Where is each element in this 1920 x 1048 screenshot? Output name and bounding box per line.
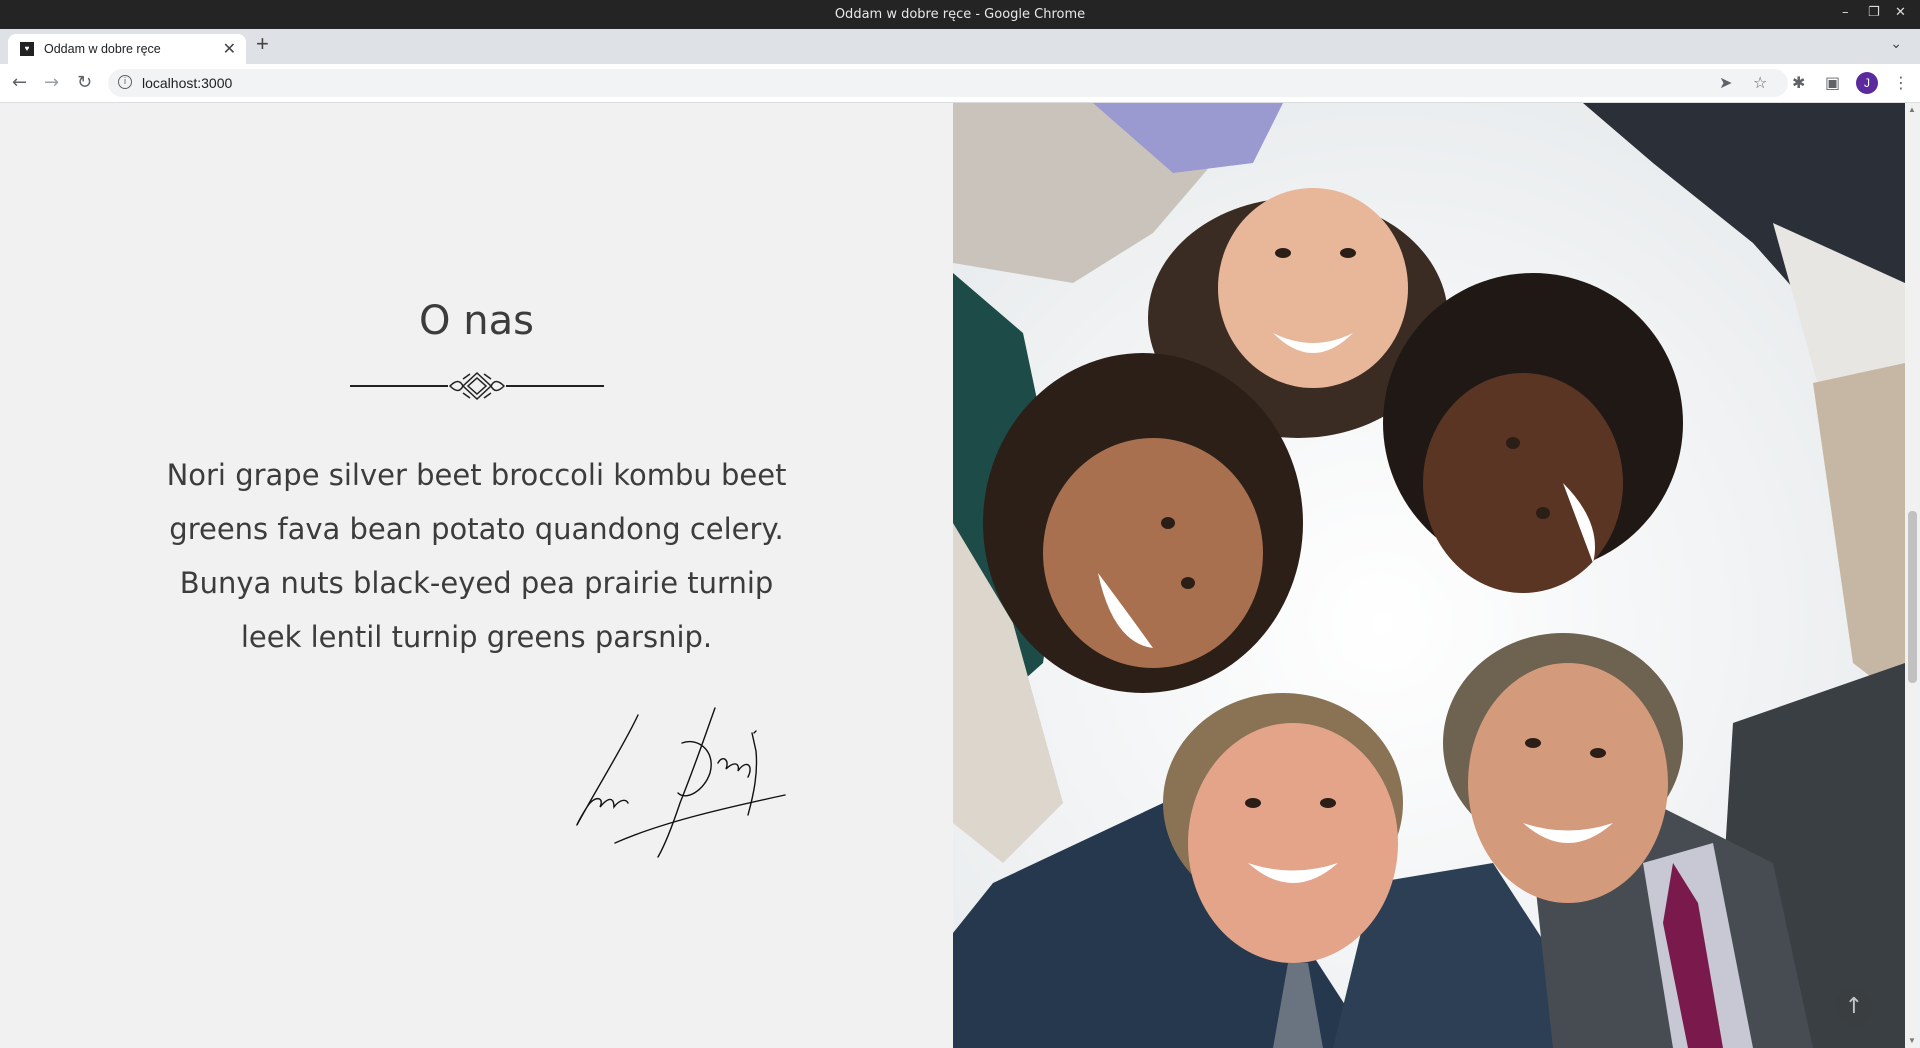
arrow-up-icon: ↑	[1844, 994, 1864, 1019]
scroll-up-arrow-icon[interactable]: ▲	[1908, 105, 1916, 114]
reload-icon[interactable]: ↻	[77, 72, 92, 93]
page-scrollbar[interactable]: ▲ ▼	[1905, 103, 1920, 1048]
back-icon[interactable]: ←	[12, 72, 27, 93]
forward-icon[interactable]: →	[44, 72, 59, 93]
page-viewport: O nas Nori grape silver beet broccoli ko…	[0, 103, 1920, 1048]
about-text: Nori grape silver beet broccoli kombu be…	[166, 458, 787, 654]
window-title: Oddam w dobre ręce - Google Chrome	[834, 7, 1086, 22]
tab-close-icon[interactable]: ✕	[223, 39, 236, 59]
extensions-icon[interactable]: ✱	[1792, 73, 1805, 92]
window-titlebar: Oddam w dobre ręce - Google Chrome – ❐ ✕	[0, 0, 1920, 29]
star-icon[interactable]: ☆	[1753, 73, 1767, 92]
about-heading: O nas	[419, 298, 534, 344]
minimize-icon[interactable]: –	[1842, 5, 1849, 20]
tab-search-icon[interactable]: ⌄	[1890, 35, 1902, 52]
people-photo-image	[953, 103, 1905, 1048]
restore-icon[interactable]: ❐	[1868, 5, 1880, 20]
scrollbar-thumb[interactable]	[1908, 511, 1917, 683]
browser-toolbar: ← → ↻ i localhost:3000 ➤ ☆ ✱ ▣ J ⋮	[0, 64, 1920, 103]
tab-title: Oddam w dobre ręce	[44, 42, 161, 56]
signature-image	[576, 707, 786, 858]
tab-strip: ♥ Oddam w dobre ręce ✕ + ⌄	[0, 29, 1920, 64]
scroll-to-top-button[interactable]: ↑	[1835, 988, 1873, 1026]
side-panel-icon[interactable]: ▣	[1825, 73, 1840, 92]
close-window-icon[interactable]: ✕	[1895, 5, 1906, 20]
scroll-down-arrow-icon[interactable]: ▼	[1908, 1036, 1916, 1045]
send-icon[interactable]: ➤	[1719, 73, 1732, 92]
team-photo	[953, 103, 1905, 1048]
site-favicon-icon: ♥	[20, 42, 34, 56]
decoration-divider-icon	[350, 371, 604, 401]
tab-oddam[interactable]: ♥ Oddam w dobre ręce ✕	[8, 34, 246, 64]
address-bar[interactable]: i localhost:3000	[108, 69, 1788, 97]
site-info-icon[interactable]: i	[118, 75, 132, 89]
url-text: localhost:3000	[142, 75, 233, 91]
menu-icon[interactable]: ⋮	[1893, 73, 1909, 92]
profile-avatar[interactable]: J	[1856, 72, 1878, 94]
new-tab-icon[interactable]: +	[256, 31, 269, 57]
about-section: O nas Nori grape silver beet broccoli ko…	[0, 103, 953, 1048]
